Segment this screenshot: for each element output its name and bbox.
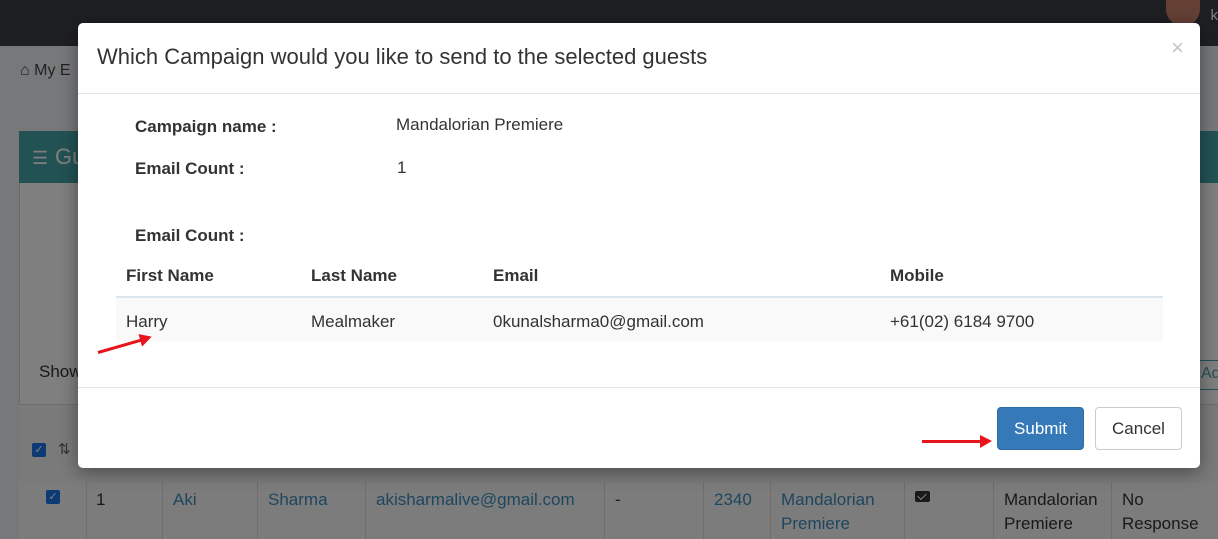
campaign-name-label: Campaign name : [135,117,277,136]
guest-email: 0kunalsharma0@gmail.com [493,312,704,331]
campaign-name-value: Mandalorian Premiere [396,115,564,134]
close-icon[interactable]: × [1171,35,1184,61]
guest-mobile: +61(02) 6184 9700 [890,312,1035,331]
email-count-label-2: Email Count : [135,226,245,245]
footer-divider [78,387,1200,388]
column-header-email: Email [493,266,539,285]
guest-first-name: Harry [126,312,168,331]
guest-last-name: Mealmaker [311,312,396,331]
cancel-button[interactable]: Cancel [1095,407,1182,450]
email-count-label: Email Count : [135,159,245,178]
email-count-value: 1 [397,158,407,177]
submit-button[interactable]: Submit [997,407,1084,450]
modal-title: Which Campaign would you like to send to… [97,44,708,69]
column-header-mobile: Mobile [890,266,944,285]
column-header-first-name: First Name [126,266,214,285]
send-campaign-modal: Which Campaign would you like to send to… [78,23,1200,468]
header-divider [78,93,1200,94]
column-header-last-name: Last Name [311,266,397,285]
annotation-arrow-icon [922,435,992,448]
